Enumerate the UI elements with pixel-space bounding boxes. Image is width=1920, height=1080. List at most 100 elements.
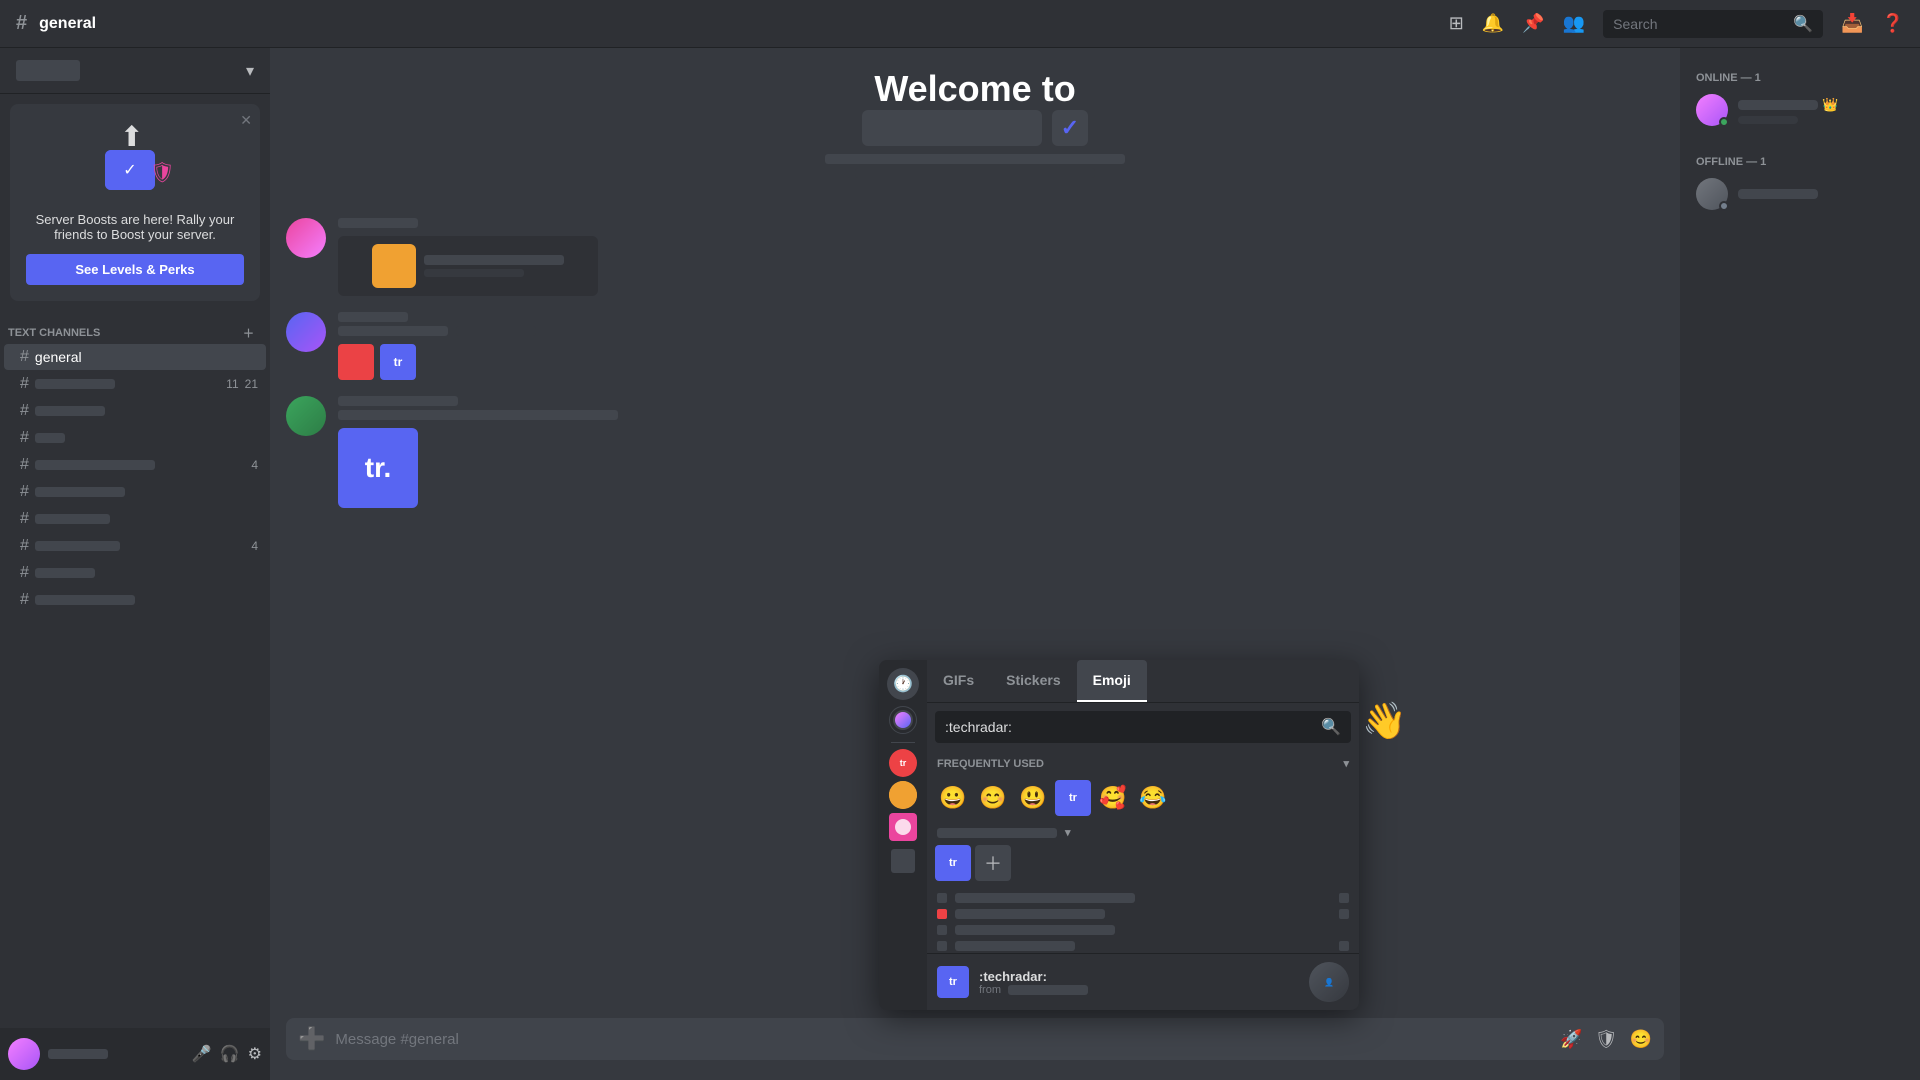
message-input[interactable] [335, 1031, 1550, 1048]
members-icon[interactable]: 👥 [1563, 13, 1585, 34]
avatar-3 [286, 396, 326, 436]
server-emoji-chevron[interactable]: ▾ [1065, 826, 1071, 839]
welcome-description2 [855, 168, 1095, 178]
message-2-content: tr [338, 312, 1664, 380]
notifications-icon[interactable]: 🔔 [1482, 13, 1504, 34]
channel-item-7[interactable]: # [4, 506, 266, 532]
search-input[interactable] [1613, 16, 1787, 32]
welcome-description [825, 154, 1125, 164]
frequently-used-header: FREQUENTLY USED ▾ [927, 751, 1359, 776]
emoji-extra-rows [927, 889, 1359, 953]
welcome-title: Welcome to [286, 68, 1664, 110]
topbar: # general ⊞ 🔔 📌 👥 🔍 📥 ❓ [0, 0, 1920, 48]
boost-description: Server Boosts are here! Rally your frien… [26, 212, 244, 242]
frequently-used-label: FREQUENTLY USED [937, 758, 1044, 770]
channels-section-label: TEXT CHANNELS [8, 327, 100, 339]
member-online-1[interactable]: 👑 [1688, 88, 1912, 132]
chat-input-area: ➕ 🚀 🛡 😊 [270, 1018, 1680, 1080]
message-image-1 [338, 236, 598, 296]
emoji-tabs: GIFs Stickers Emoji [927, 660, 1359, 703]
help-icon[interactable]: ❓ [1882, 13, 1904, 34]
channel-item-2[interactable]: # 11 21 [4, 371, 266, 397]
add-attachment-icon[interactable]: ➕ [298, 1026, 325, 1052]
emoji-cell-5[interactable]: 🥰 [1095, 780, 1131, 816]
tab-gifs[interactable]: GIFs [927, 660, 990, 702]
channel-item-5[interactable]: # 4 [4, 452, 266, 478]
channel-item-6[interactable]: # [4, 479, 266, 505]
channels-section-header[interactable]: TEXT CHANNELS ＋ [0, 319, 270, 343]
chat-area: Welcome to ✓ [270, 48, 1680, 1080]
emoji-cell-2[interactable]: 😊 [975, 780, 1011, 816]
rocket-icon[interactable]: 🚀 [1560, 1029, 1582, 1050]
inbox-icon[interactable]: 📥 [1841, 13, 1863, 34]
search-box[interactable]: 🔍 [1603, 10, 1823, 38]
close-boost-icon[interactable]: ✕ [240, 112, 252, 129]
deafen-icon[interactable]: 🎧 [220, 1044, 240, 1064]
settings-icon[interactable]: ⚙ [248, 1044, 262, 1064]
emoji-cell-6[interactable]: 😂 [1135, 780, 1171, 816]
frequently-used-chevron[interactable]: ▾ [1343, 757, 1349, 770]
footer-user-info [48, 1049, 184, 1059]
chevron-down-icon: ▾ [246, 61, 254, 81]
channel-item-9[interactable]: # [4, 560, 266, 586]
main-layout: ▾ ✕ ✓ ⬆ 🛡 Server Boosts are here! Rally … [0, 48, 1920, 1080]
server-emoji-header: ▾ [927, 820, 1359, 841]
username-2 [338, 312, 408, 322]
threads-icon[interactable]: ⊞ [1449, 13, 1464, 34]
add-channel-icon[interactable]: ＋ [243, 325, 254, 341]
emoji-icon[interactable]: 😊 [1630, 1029, 1652, 1050]
mute-icon[interactable]: 🎤 [192, 1044, 212, 1064]
topbar-icons: ⊞ 🔔 📌 👥 🔍 📥 ❓ [1449, 10, 1904, 38]
member-avatar-1 [1696, 94, 1728, 126]
username-3 [338, 396, 458, 406]
emoji-cell-3[interactable]: 😃 [1015, 780, 1051, 816]
pinned-icon[interactable]: 📌 [1522, 13, 1544, 34]
channel-item-4[interactable]: # [4, 425, 266, 451]
emoji-sidebar-smiley[interactable] [887, 704, 919, 736]
channel-name: general [39, 15, 96, 33]
sidebar: ▾ ✕ ✓ ⬆ 🛡 Server Boosts are here! Rally … [0, 48, 270, 1080]
server-emoji-tr[interactable]: tr [935, 845, 971, 881]
channel-item-3[interactable]: # [4, 398, 266, 424]
boost-illustration: ✓ ⬆ 🛡 [26, 120, 244, 204]
server-emoji-label [937, 828, 1057, 838]
recently-used-sidebar-icon[interactable]: 🕐 [887, 668, 919, 700]
custom-emoji-sidebar-2[interactable] [889, 781, 917, 809]
custom-emoji-sidebar-3[interactable] [889, 813, 917, 841]
shield-icon[interactable]: 🛡 [1595, 1029, 1618, 1050]
tab-emoji[interactable]: Emoji [1077, 660, 1147, 702]
message-3-content: tr. [338, 396, 1664, 508]
tab-stickers[interactable]: Stickers [990, 660, 1076, 702]
custom-emoji-sidebar-1[interactable]: tr [889, 749, 917, 777]
channel-hash-icon: # [16, 12, 27, 35]
crown-icon: 👑 [1822, 97, 1838, 113]
message-1 [286, 218, 1664, 296]
emoji-cell-custom-tr[interactable]: tr [1055, 780, 1091, 816]
channel-hash-icon: # [20, 348, 29, 366]
server-name [16, 60, 80, 81]
emoji-frequently-grid: 😀 😊 😃 tr 🥰 😂 [927, 776, 1359, 820]
emoji-search-wrap[interactable]: 🔍 [935, 711, 1351, 743]
chat-input-box: ➕ 🚀 🛡 😊 [286, 1018, 1664, 1060]
emoji-footer: tr :techradar: from 👤 [927, 953, 1359, 1010]
add-emoji-button[interactable]: ＋ [975, 845, 1011, 881]
emoji-sidebar-4[interactable] [887, 845, 919, 877]
server-emoji-grid: tr ＋ [927, 841, 1359, 885]
channel-item-8[interactable]: # 4 [4, 533, 266, 559]
message-1-content [338, 218, 1664, 296]
channel-item-general[interactable]: # general [4, 344, 266, 370]
emoji-picker-overlay: 🕐 tr [879, 660, 1359, 1010]
message-2: tr [286, 312, 1664, 380]
message-3: tr. [286, 396, 1664, 508]
emoji-sidebar: 🕐 tr [879, 660, 927, 1010]
channel-item-10[interactable]: # [4, 587, 266, 613]
emoji-cell-1[interactable]: 😀 [935, 780, 971, 816]
member-name-1 [1738, 100, 1818, 110]
footer-username [48, 1049, 108, 1059]
member-info-2 [1738, 189, 1818, 199]
emoji-search-input[interactable] [945, 719, 1313, 735]
server-header[interactable]: ▾ [0, 48, 270, 94]
member-offline-1[interactable] [1688, 172, 1912, 216]
emoji-search-icon: 🔍 [1321, 717, 1341, 737]
see-levels-perks-button[interactable]: See Levels & Perks [26, 254, 244, 285]
